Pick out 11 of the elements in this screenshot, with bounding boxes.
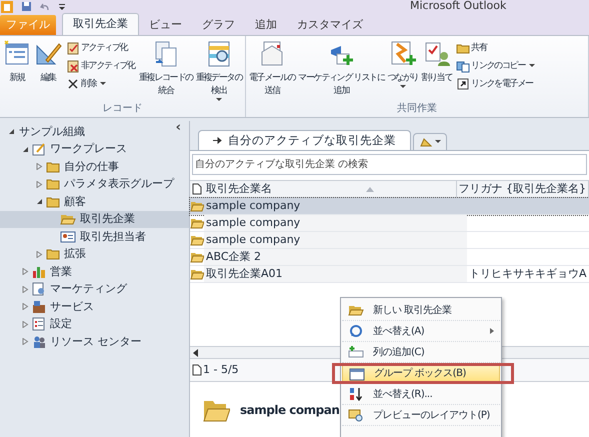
table-cell-text: sample company xyxy=(206,214,300,231)
group-label: レコード xyxy=(102,102,144,116)
record-count: 1 - 5/5 xyxy=(203,362,239,378)
table-cell-text: 取引先企業A01 xyxy=(206,266,283,282)
record-title: sample compan xyxy=(240,402,340,418)
table-cell-text: トリヒキサキキギョウA xyxy=(469,266,587,282)
table-cell-text: ABC企業 2 xyxy=(206,248,262,265)
table-cell-text: sample company xyxy=(206,198,300,214)
window-title: Microsoft Outlook xyxy=(410,0,506,14)
group-label: 共同作業 xyxy=(396,102,438,116)
table-cell-text: sample company xyxy=(206,232,300,248)
